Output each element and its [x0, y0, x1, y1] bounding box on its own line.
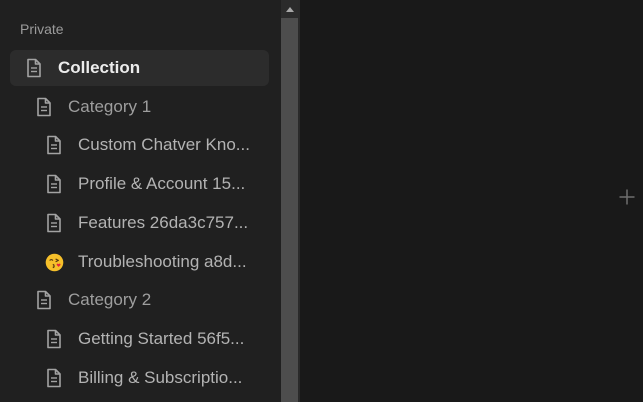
sidebar-item-label: Collection: [58, 58, 141, 77]
page-icon: [24, 58, 44, 78]
scrollbar-thumb[interactable]: [281, 18, 298, 402]
sidebar-item-custom-chatver[interactable]: Custom Chatver Kno...: [44, 127, 269, 163]
plus-icon: [618, 188, 636, 211]
sidebar: Private Collection Category 1 Custom Cha…: [0, 0, 281, 402]
sidebar-item-billing-subscriptions[interactable]: Billing & Subscriptio...: [44, 360, 269, 396]
scroll-up-arrow-icon[interactable]: [281, 0, 298, 18]
page-icon: [44, 135, 64, 155]
sidebar-item-getting-started[interactable]: Getting Started 56f5...: [44, 321, 269, 357]
page-icon: [34, 97, 54, 117]
app-window: Private Collection Category 1 Custom Cha…: [0, 0, 643, 402]
sidebar-scrollbar[interactable]: [281, 0, 298, 402]
sidebar-item-label: Custom Chatver Kno...: [78, 135, 250, 154]
sidebar-item-label: Category 1: [68, 97, 152, 116]
page-icon: [44, 368, 64, 388]
sidebar-item-label: Billing & Subscriptio...: [78, 368, 243, 387]
page-icon: [34, 290, 54, 310]
sidebar-item-label: Category 2: [68, 290, 152, 309]
section-label-private: Private: [20, 21, 64, 37]
sidebar-item-category-1[interactable]: Category 1: [34, 89, 269, 125]
sidebar-item-collection[interactable]: Collection: [10, 50, 269, 86]
page-icon: [44, 174, 64, 194]
sidebar-item-label: Troubleshooting a8d...: [78, 252, 247, 271]
kissing-face-emoji-icon: [44, 252, 64, 272]
add-button[interactable]: [617, 189, 637, 209]
sidebar-item-label: Profile & Account 15...: [78, 174, 246, 193]
page-icon: [44, 213, 64, 233]
sidebar-item-features[interactable]: Features 26da3c757...: [44, 205, 269, 241]
page-icon: [44, 329, 64, 349]
sidebar-item-label: Getting Started 56f5...: [78, 329, 245, 348]
sidebar-item-label: Features 26da3c757...: [78, 213, 249, 232]
main-content: [300, 0, 643, 402]
sidebar-item-troubleshooting[interactable]: Troubleshooting a8d...: [44, 244, 269, 280]
sidebar-item-profile-account[interactable]: Profile & Account 15...: [44, 166, 269, 202]
sidebar-item-category-2[interactable]: Category 2: [34, 282, 269, 318]
